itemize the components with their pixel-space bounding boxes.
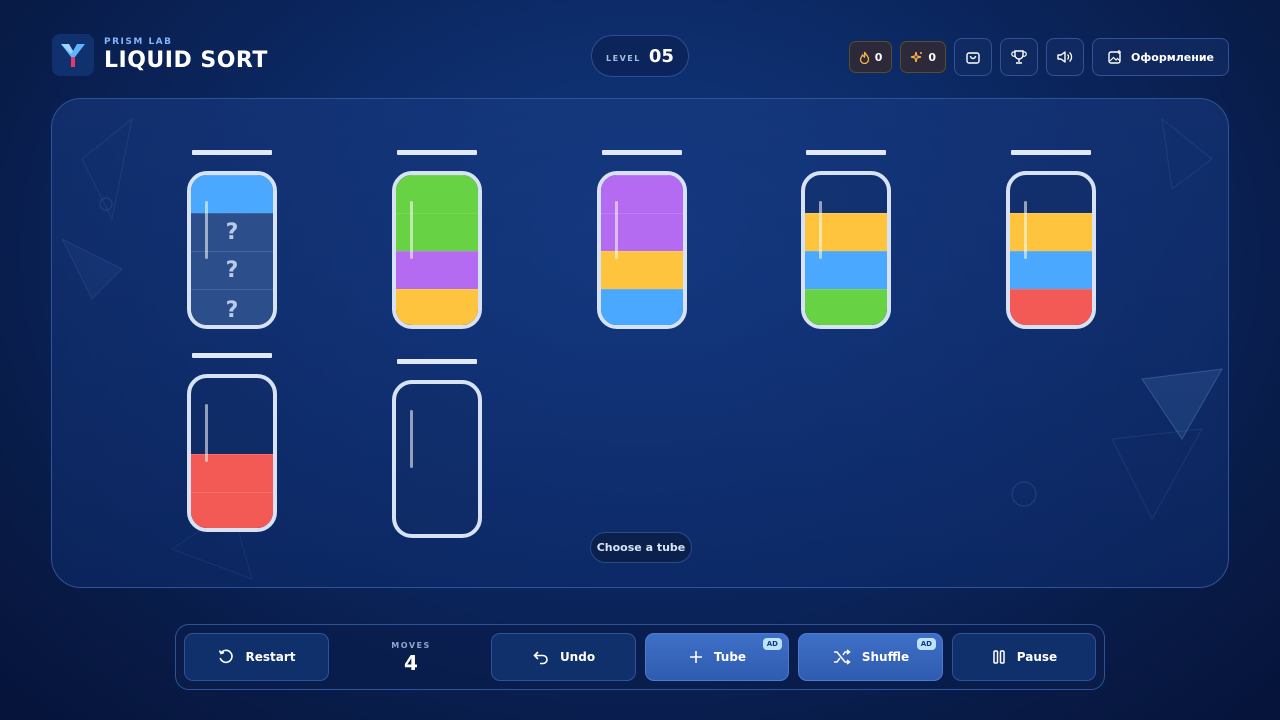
level-indicator: LEVEL 05 [591, 35, 689, 77]
tube-glass[interactable] [597, 171, 687, 329]
liquid-layer-blue [191, 175, 273, 213]
liquid-layer-yellow [396, 289, 478, 325]
add-tube-button[interactable]: AD Tube [645, 633, 789, 681]
liquid-layer-red [1010, 289, 1092, 325]
tube-label: Tube [713, 650, 747, 664]
moves-label: MOVES [391, 641, 431, 650]
theme-label: Оформление [1131, 50, 1214, 64]
flame-count: 0 [874, 50, 883, 64]
glass-shine [1024, 201, 1027, 259]
hidden-layer: ? [191, 289, 273, 325]
ad-badge: AD [762, 638, 782, 650]
undo-button[interactable]: Undo [491, 633, 636, 681]
moves-value: 4 [404, 651, 418, 675]
flame-icon [859, 51, 869, 64]
liquid-layer-blue [805, 251, 887, 289]
glass-shine [410, 410, 413, 468]
tube-glass[interactable]: ??? [187, 171, 277, 329]
logo-icon [52, 34, 94, 76]
trophy-button[interactable] [1000, 38, 1039, 76]
liquid-layer-purple [601, 213, 683, 251]
sound-button[interactable] [1046, 38, 1085, 76]
bag-icon [966, 52, 980, 64]
liquid-layer-purple [601, 175, 683, 213]
liquid-layer-blue [1010, 251, 1092, 289]
glass-shine [205, 201, 208, 259]
pause-label: Pause [1016, 650, 1058, 664]
glass-shine [205, 404, 208, 462]
tube-cap [397, 150, 477, 155]
liquid-layer-red [191, 492, 273, 528]
tube-cap [192, 353, 272, 358]
liquid-layer-yellow [601, 251, 683, 289]
bottom-controls: Restart MOVES 4 Undo AD Tube AD Shuffle … [175, 624, 1105, 690]
glass-shine [410, 201, 413, 259]
liquid-layer-green [805, 289, 887, 325]
sparkle-icon [911, 51, 923, 62]
tube-glass[interactable] [1006, 171, 1096, 329]
restart-button[interactable]: Restart [184, 633, 329, 681]
liquid-layer-green [396, 175, 478, 213]
speaker-icon [1057, 51, 1073, 63]
moves-counter: MOVES 4 [376, 641, 446, 675]
liquid-layer-yellow [805, 213, 887, 251]
glass-shine [819, 201, 822, 259]
shop-button[interactable] [954, 38, 993, 76]
tube-cap [397, 359, 477, 364]
glass-shine [615, 201, 618, 259]
tube-glass[interactable] [392, 171, 482, 329]
plus-icon [689, 651, 702, 663]
hint-message: Choose a tube [590, 532, 692, 563]
level-label: LEVEL [606, 53, 641, 63]
tube-cap [1011, 150, 1091, 155]
restart-icon [219, 649, 234, 664]
level-number: 05 [648, 45, 674, 67]
top-toolbar: 0 0 Оформление [848, 38, 1229, 76]
brand: PRISM LAB LIQUID SORT [52, 34, 268, 76]
hidden-layer: ? [191, 251, 273, 289]
undo-label: Undo [559, 650, 596, 664]
game-board: ??? Choose a tube [51, 98, 1229, 588]
liquid-layer-purple [396, 251, 478, 289]
liquid-layer-red [191, 454, 273, 492]
flame-counter: 0 [848, 41, 893, 73]
tube-glass[interactable] [187, 374, 277, 532]
liquid-layer-yellow [1010, 213, 1092, 251]
ad-badge: AD [916, 638, 936, 650]
sparkle-count: 0 [928, 50, 937, 64]
undo-icon [533, 651, 548, 665]
tube-cap [602, 150, 682, 155]
liquid-layer-blue [601, 289, 683, 325]
shuffle-icon [833, 649, 851, 665]
tube-cap [192, 150, 272, 155]
theme-button[interactable]: Оформление [1092, 38, 1229, 76]
image-edit-icon [1108, 50, 1122, 64]
brand-subtitle: PRISM LAB [104, 37, 173, 47]
shuffle-label: Shuffle [861, 650, 910, 664]
tube-glass[interactable] [392, 380, 482, 538]
tube-glass[interactable] [801, 171, 891, 329]
sparkle-counter: 0 [900, 41, 947, 73]
pause-button[interactable]: Pause [952, 633, 1096, 681]
tube-cap [806, 150, 886, 155]
game-title: LIQUID SORT [104, 48, 268, 73]
restart-label: Restart [245, 650, 296, 664]
hidden-layer: ? [191, 213, 273, 251]
pause-icon [993, 650, 1005, 664]
trophy-icon [1011, 50, 1027, 64]
shuffle-button[interactable]: AD Shuffle [798, 633, 943, 681]
liquid-layer-green [396, 213, 478, 251]
